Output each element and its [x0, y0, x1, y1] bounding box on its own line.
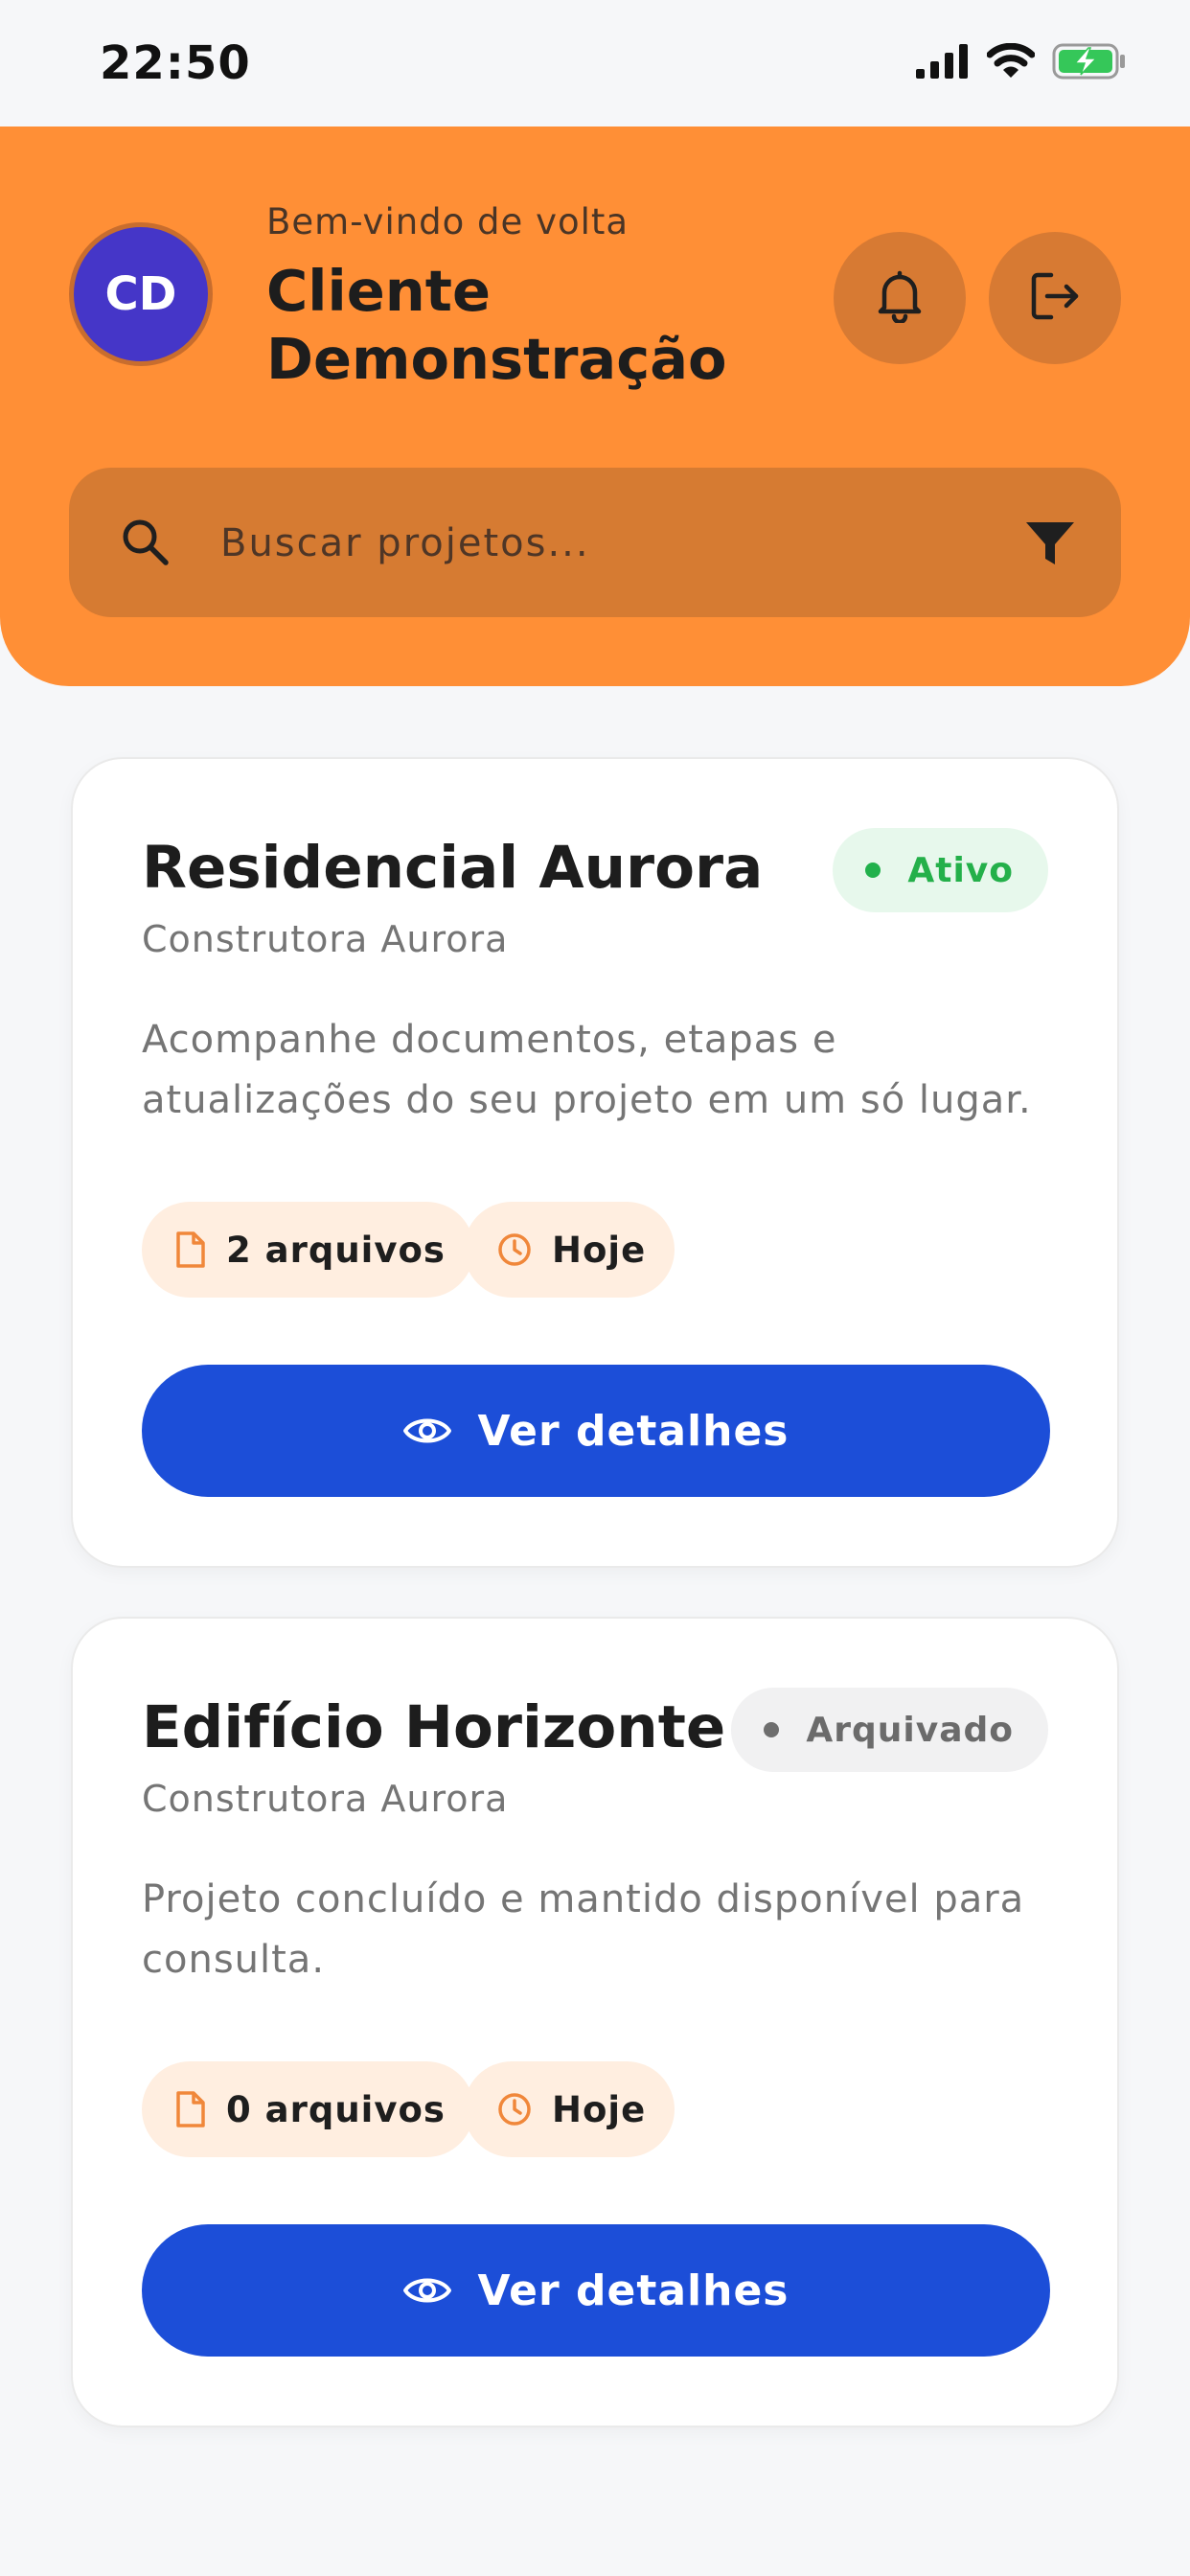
user-name: Cliente Demonstração — [266, 258, 727, 392]
search-icon — [119, 516, 172, 569]
wifi-icon — [986, 42, 1036, 83]
files-chip: 0 arquivos — [142, 2061, 474, 2157]
project-title: Residencial Aurora — [142, 834, 764, 902]
project-company: Construtora Aurora — [142, 918, 509, 960]
view-details-label: Ver detalhes — [477, 1406, 790, 1456]
eye-icon — [403, 1418, 452, 1443]
files-count-label: 0 arquivos — [226, 2088, 446, 2130]
document-icon — [176, 1231, 205, 1268]
status-bar: 22:50 — [0, 0, 1190, 126]
project-description: Acompanhe documentos, etapas e atualizaç… — [142, 1018, 1032, 1122]
date-chip: Hoje — [464, 1202, 675, 1298]
status-time: 22:50 — [100, 36, 251, 90]
greeting-text: Bem-vindo de volta — [266, 201, 629, 242]
avatar[interactable]: CD — [69, 222, 213, 366]
status-badge-label: Ativo — [907, 850, 1014, 890]
status-badge-label: Arquivado — [806, 1710, 1014, 1750]
filter-icon[interactable] — [1023, 518, 1077, 571]
view-details-button[interactable]: Ver detalhes — [142, 1365, 1050, 1497]
date-label: Hoje — [552, 2088, 647, 2130]
project-card: Edifício Horizonte Arquivado Construtora… — [71, 1617, 1119, 2427]
project-company: Construtora Aurora — [142, 1778, 509, 1820]
clock-icon — [498, 1233, 531, 1266]
search-bar[interactable] — [69, 468, 1121, 617]
date-chip: Hoje — [464, 2061, 675, 2157]
project-description: Projeto concluído e mantido disponível p… — [142, 1877, 1025, 1982]
cellular-signal-icon — [916, 44, 970, 82]
notifications-button[interactable] — [834, 232, 966, 364]
date-label: Hoje — [552, 1229, 647, 1271]
status-dot-icon — [764, 1722, 780, 1737]
logout-icon — [1028, 269, 1082, 327]
bell-icon — [875, 269, 925, 327]
status-icons — [916, 42, 1127, 84]
project-title: Edifício Horizonte — [142, 1693, 726, 1761]
battery-charging-icon — [1052, 42, 1127, 84]
eye-icon — [403, 2278, 452, 2303]
files-chip: 2 arquivos — [142, 1202, 474, 1298]
clock-icon — [498, 2093, 531, 2126]
files-count-label: 2 arquivos — [226, 1229, 446, 1271]
status-dot-icon — [865, 862, 881, 878]
status-badge: Ativo — [833, 828, 1048, 912]
project-card: Residencial Aurora Ativo Construtora Aur… — [71, 757, 1119, 1568]
status-badge: Arquivado — [731, 1688, 1048, 1772]
search-input[interactable] — [218, 506, 989, 581]
logout-button[interactable] — [989, 232, 1121, 364]
view-details-label: Ver detalhes — [477, 2266, 790, 2315]
document-icon — [176, 2091, 205, 2128]
header: CD Bem-vindo de volta Cliente Demonstraç… — [0, 126, 1190, 686]
view-details-button[interactable]: Ver detalhes — [142, 2224, 1050, 2357]
